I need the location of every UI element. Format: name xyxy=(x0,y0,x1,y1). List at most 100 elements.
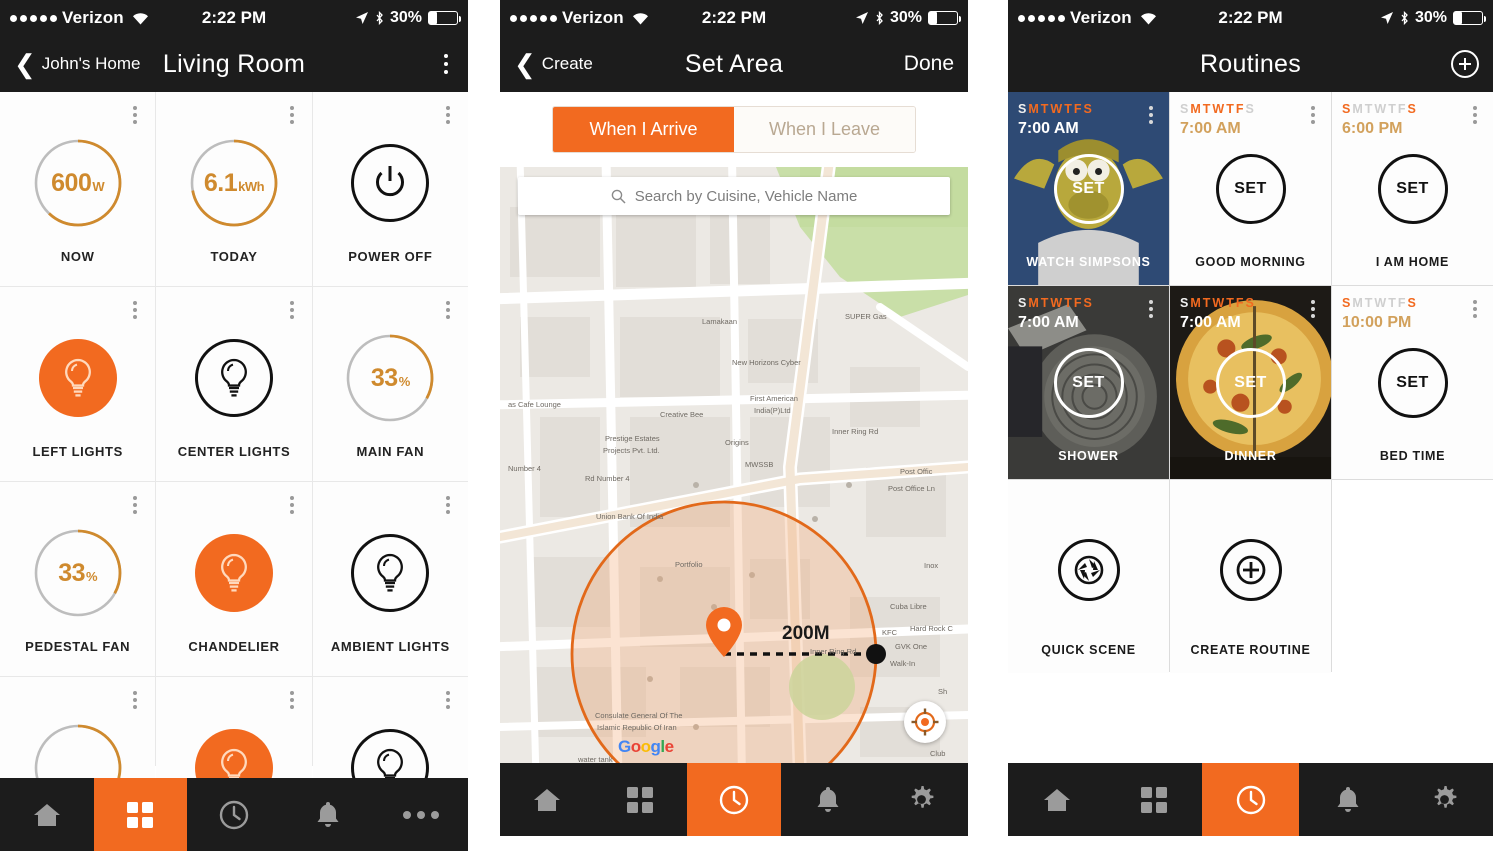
day-letter[interactable]: T xyxy=(1388,296,1398,310)
day-letter[interactable]: F xyxy=(1236,296,1246,310)
routine-menu-icon[interactable] xyxy=(1469,102,1481,128)
device-tile[interactable]: AMBIENT LIGHTS xyxy=(312,482,468,676)
routine-set-button[interactable]: SET xyxy=(1053,153,1124,224)
segment-when-i-arrive[interactable]: When I Arrive xyxy=(553,107,734,152)
day-letter[interactable]: S xyxy=(1246,296,1256,310)
routine-action-card[interactable]: CREATE ROUTINE xyxy=(1170,480,1331,673)
day-letter[interactable]: S xyxy=(1180,102,1190,116)
day-letter[interactable]: W xyxy=(1050,102,1064,116)
routine-set-button[interactable]: SET xyxy=(1377,347,1448,418)
tab-rooms[interactable] xyxy=(1105,763,1202,836)
tile-menu-icon[interactable] xyxy=(442,297,454,323)
locate-crosshair-icon[interactable] xyxy=(904,701,946,743)
day-letter[interactable]: M xyxy=(1190,296,1202,310)
day-letter[interactable]: F xyxy=(1398,102,1408,116)
routine-menu-icon[interactable] xyxy=(1145,102,1157,128)
device-tile[interactable]: 33% PEDESTAL FAN xyxy=(0,482,156,676)
tab-home[interactable] xyxy=(0,778,94,851)
day-letter[interactable]: T xyxy=(1064,296,1074,310)
routine-card[interactable]: SMTWTFS 7:00 AM SET WATCH SIMPSONS xyxy=(1008,92,1169,285)
tile-menu-icon[interactable] xyxy=(129,297,141,323)
day-letter[interactable]: T xyxy=(1041,296,1051,310)
tab-home[interactable] xyxy=(500,763,594,836)
bulb-icon[interactable] xyxy=(194,339,273,417)
tab-settings[interactable] xyxy=(874,763,968,836)
day-letter[interactable]: F xyxy=(1236,102,1246,116)
routine-menu-icon[interactable] xyxy=(1145,296,1157,322)
day-letter[interactable]: M xyxy=(1028,102,1040,116)
add-routine-button[interactable] xyxy=(1451,50,1479,78)
day-letter[interactable]: S xyxy=(1408,102,1418,116)
back-button[interactable]: ❮ Create xyxy=(514,51,593,77)
power-icon[interactable] xyxy=(351,144,430,222)
tile-menu-icon[interactable] xyxy=(129,102,141,128)
bulb-icon[interactable] xyxy=(194,534,273,612)
day-letter[interactable]: M xyxy=(1190,102,1202,116)
device-tile[interactable]: 600 W NOW xyxy=(0,92,156,286)
routine-card[interactable]: SMTWTFS 7:00 AM SET SHOWER xyxy=(1008,286,1169,479)
day-letter[interactable]: W xyxy=(1050,296,1064,310)
day-letter[interactable]: S xyxy=(1408,296,1418,310)
device-tile[interactable]: POWER OFF xyxy=(312,92,468,286)
device-tile[interactable]: CENTER LIGHTS xyxy=(156,287,312,481)
tab-more[interactable] xyxy=(374,778,468,851)
bulb-icon[interactable] xyxy=(38,339,117,417)
routine-card[interactable]: SMTWTFS 7:00 AM SET DINNER xyxy=(1170,286,1331,479)
tab-home[interactable] xyxy=(1008,763,1105,836)
day-letter[interactable]: T xyxy=(1064,102,1074,116)
routine-menu-icon[interactable] xyxy=(1469,296,1481,322)
tile-menu-icon[interactable] xyxy=(129,687,141,713)
day-letter[interactable]: W xyxy=(1374,296,1388,310)
kebab-menu-icon[interactable] xyxy=(438,48,455,81)
day-letter[interactable]: T xyxy=(1388,102,1398,116)
tab-clock[interactable] xyxy=(187,778,281,851)
device-tile[interactable]: 6.1 kWh TODAY xyxy=(156,92,312,286)
tab-routines[interactable] xyxy=(1202,763,1299,836)
tile-menu-icon[interactable] xyxy=(286,492,298,518)
day-letter[interactable]: F xyxy=(1074,102,1084,116)
segment-when-i-leave[interactable]: When I Leave xyxy=(734,107,915,152)
tile-menu-icon[interactable] xyxy=(442,102,454,128)
day-letter[interactable]: M xyxy=(1352,102,1364,116)
routine-set-button[interactable]: SET xyxy=(1053,347,1124,418)
day-letter[interactable]: T xyxy=(1365,296,1375,310)
routine-card[interactable]: SMTWTFS 6:00 PM SET I AM HOME xyxy=(1332,92,1493,285)
device-tile[interactable]: 33% MAIN FAN xyxy=(312,287,468,481)
map-view[interactable]: Lamakaan SUPER Gas New Horizons Cyber as Ca… xyxy=(500,167,968,769)
day-letter[interactable]: F xyxy=(1398,296,1408,310)
tile-menu-icon[interactable] xyxy=(286,297,298,323)
bulb-icon[interactable] xyxy=(351,534,430,612)
day-letter[interactable]: T xyxy=(1203,296,1213,310)
tab-alerts[interactable] xyxy=(781,763,875,836)
day-letter[interactable]: M xyxy=(1352,296,1364,310)
device-tile[interactable]: CHANDELIER xyxy=(156,482,312,676)
device-tile[interactable]: LEFT LIGHTS xyxy=(0,287,156,481)
tile-menu-icon[interactable] xyxy=(442,492,454,518)
tab-routines[interactable] xyxy=(687,763,781,836)
day-letter[interactable]: F xyxy=(1074,296,1084,310)
routine-menu-icon[interactable] xyxy=(1307,296,1319,322)
tile-menu-icon[interactable] xyxy=(129,492,141,518)
day-letter[interactable]: S xyxy=(1084,296,1094,310)
tab-rooms[interactable] xyxy=(93,778,188,851)
tab-settings[interactable] xyxy=(1396,763,1493,836)
day-letter[interactable]: M xyxy=(1028,296,1040,310)
routine-set-button[interactable]: SET xyxy=(1377,153,1448,224)
tile-menu-icon[interactable] xyxy=(286,687,298,713)
back-button[interactable]: ❮ John's Home xyxy=(14,51,140,77)
tab-alerts[interactable] xyxy=(281,778,375,851)
day-letter[interactable]: S xyxy=(1180,296,1190,310)
routine-card[interactable]: SMTWTFS 7:00 AM SET GOOD MORNING xyxy=(1170,92,1331,285)
tab-alerts[interactable] xyxy=(1299,763,1396,836)
routine-card[interactable]: SMTWTFS 10:00 PM SET BED TIME xyxy=(1332,286,1493,479)
day-letter[interactable]: T xyxy=(1226,296,1236,310)
day-letter[interactable]: W xyxy=(1374,102,1388,116)
tile-menu-icon[interactable] xyxy=(442,687,454,713)
day-letter[interactable]: S xyxy=(1018,102,1028,116)
routine-set-button[interactable]: SET xyxy=(1215,153,1286,224)
tile-menu-icon[interactable] xyxy=(286,102,298,128)
day-letter[interactable]: T xyxy=(1203,102,1213,116)
day-letter[interactable]: W xyxy=(1212,102,1226,116)
routine-action-card[interactable]: QUICK SCENE xyxy=(1008,480,1169,673)
day-letter[interactable]: S xyxy=(1084,102,1094,116)
